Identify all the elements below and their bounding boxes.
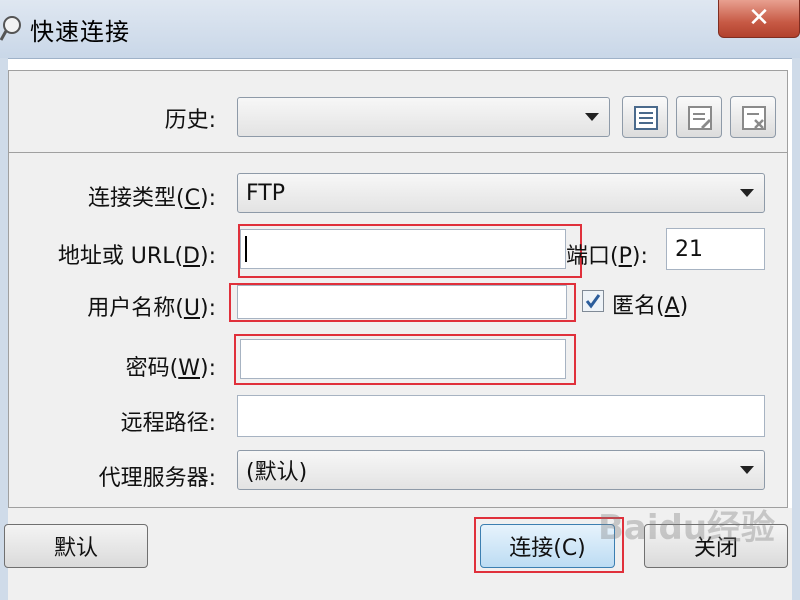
history-delete-icon	[742, 106, 766, 130]
username-label: 用户名称(U):	[87, 296, 216, 321]
anonymous-checkbox[interactable]	[582, 290, 604, 312]
port-input[interactable]: 21	[666, 228, 765, 270]
anonymous-label: 匿名(A)	[612, 294, 689, 319]
window-frame-left	[0, 58, 8, 600]
window-close-button[interactable]: ✕	[718, 0, 800, 38]
remote-path-input[interactable]	[237, 395, 765, 437]
history-delete-button[interactable]	[730, 96, 776, 138]
title-bar: 快速连接 ✕	[0, 0, 800, 59]
app-icon	[0, 16, 21, 41]
address-label: 地址或 URL(D):	[57, 244, 216, 269]
connect-button[interactable]: 连接(C)	[480, 524, 615, 568]
chevron-down-icon	[585, 113, 599, 121]
connection-type-select[interactable]: FTP	[237, 173, 765, 213]
history-edit-button[interactable]	[676, 96, 722, 138]
window-title: 快速连接	[30, 18, 130, 46]
history-manage-icon	[634, 106, 658, 130]
port-label: 端口(P):	[566, 244, 648, 269]
address-input[interactable]	[240, 229, 566, 269]
default-button[interactable]: 默认	[4, 524, 148, 568]
checkmark-icon	[585, 294, 601, 309]
history-edit-icon	[688, 106, 712, 130]
password-input[interactable]	[240, 339, 566, 379]
text-cursor	[245, 236, 247, 262]
window-frame-right	[792, 58, 800, 600]
connection-type-label: 连接类型(C):	[88, 186, 216, 211]
close-button[interactable]: 关闭	[644, 524, 788, 568]
section-divider	[8, 152, 788, 153]
password-label: 密码(W):	[125, 356, 216, 381]
history-combo[interactable]	[237, 97, 610, 137]
history-label: 历史:	[164, 108, 216, 133]
history-manage-button[interactable]	[622, 96, 668, 138]
connection-type-value: FTP	[246, 180, 285, 206]
chevron-down-icon	[740, 466, 754, 474]
remote-path-label: 远程路径:	[120, 411, 216, 436]
username-input[interactable]	[237, 285, 567, 319]
proxy-value: (默认)	[246, 460, 308, 485]
chevron-down-icon	[740, 189, 754, 197]
proxy-select[interactable]: (默认)	[237, 450, 765, 490]
proxy-label: 代理服务器:	[98, 466, 216, 491]
